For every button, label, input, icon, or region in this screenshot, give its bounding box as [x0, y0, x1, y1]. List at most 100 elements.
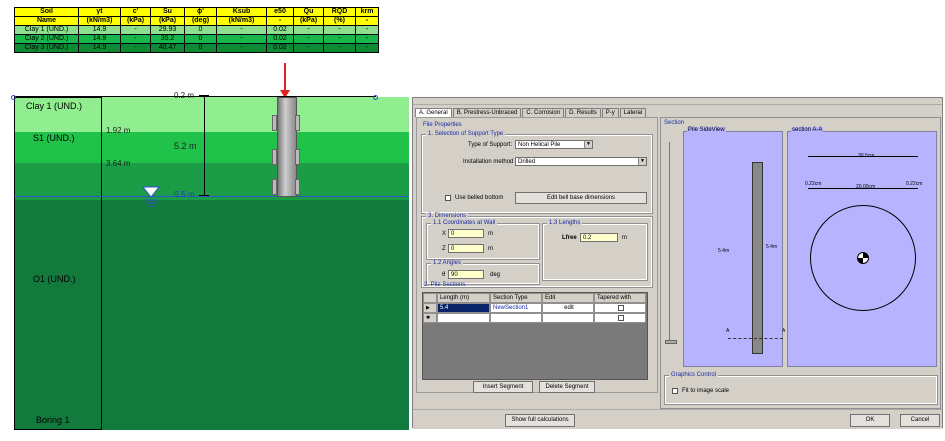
tab-lateral[interactable]: Lateral	[619, 108, 647, 117]
section-title: Section	[664, 120, 685, 126]
length-cell[interactable]	[437, 313, 490, 323]
x-unit: m	[488, 231, 493, 237]
edit-cell[interactable]: edit	[542, 303, 594, 313]
boring-label: Boring 1	[36, 415, 70, 425]
cancel-button[interactable]: Cancel	[900, 414, 940, 427]
unit-cell: (kPa)	[293, 16, 324, 26]
installation-method-select[interactable]: Drilled ▼	[515, 157, 647, 166]
z-label: Z	[442, 246, 446, 252]
group-title: 3. Dimensions	[426, 213, 469, 219]
unit-cell: -	[355, 16, 379, 26]
table-cell: -	[293, 43, 324, 53]
table-cell: -	[323, 43, 356, 53]
table-cell: Clay 2 (UND.)	[14, 34, 79, 44]
table-cell: -	[216, 34, 267, 44]
tab-results[interactable]: D. Results	[565, 108, 601, 117]
edit-cell[interactable]	[542, 313, 594, 323]
unit-cell: (deg)	[184, 16, 217, 26]
pile-sections-title: 2. Pile Sections	[424, 282, 466, 288]
row-pointer-icon: ▶	[423, 303, 437, 313]
length-label: 5.4m	[718, 248, 730, 254]
unit-cell: (kPa)	[150, 16, 185, 26]
select-value: Drilled	[518, 159, 536, 165]
lfree-input[interactable]: 0.2	[580, 233, 618, 242]
depth-label: 1.92 m	[106, 126, 131, 135]
x-label: X	[442, 231, 447, 237]
table-cell: 0	[184, 34, 217, 44]
grid-header: Edit	[542, 293, 594, 303]
show-calculations-button[interactable]: Show full calculations	[505, 414, 575, 427]
table-cell: -	[355, 34, 379, 44]
dimension-line	[808, 156, 918, 157]
header-cell: RQD	[323, 7, 356, 17]
table-cell: 40.47	[150, 43, 185, 53]
tapered-cell[interactable]	[594, 313, 646, 323]
edit-bell-button[interactable]: Edit bell base dimensions	[515, 192, 647, 204]
tapered-cell[interactable]	[594, 303, 646, 313]
pile-fin	[272, 149, 277, 165]
fit-scale-checkbox[interactable]	[672, 388, 678, 394]
scale-slider[interactable]	[669, 142, 675, 342]
header-cell: e50	[266, 7, 294, 17]
coordinates-group: 1.1 Coordinates at Wall X 0 m Z 0 m	[426, 220, 540, 260]
tab-general[interactable]: A. General	[415, 108, 452, 117]
table-cell: 35.2	[150, 34, 185, 44]
table-row[interactable]: ▶ 5.4 NewSection1 edit	[423, 303, 646, 313]
delete-segment-button[interactable]: Delete Segment	[539, 381, 595, 393]
header-cell: Qu	[293, 7, 324, 17]
tab-py[interactable]: P-y	[601, 108, 619, 117]
ok-button[interactable]: OK	[850, 414, 890, 427]
pile-drawing	[752, 162, 763, 354]
soil-table-header-row: Soil γt c' Su ɸ' Ksub e50 Qu RQD krm	[14, 7, 379, 17]
installation-method-label: Installation method	[463, 159, 514, 165]
section-type-cell[interactable]	[490, 313, 542, 323]
belled-bottom-checkbox[interactable]	[445, 195, 451, 201]
insert-segment-button[interactable]: Insert Segment	[473, 381, 533, 393]
grid-header: Tapered with	[594, 293, 646, 303]
section-type-cell[interactable]: NewSection1	[490, 303, 542, 313]
centroid-icon	[857, 252, 869, 264]
dimension-line	[808, 188, 918, 189]
header-cell: ɸ'	[184, 7, 217, 17]
chevron-down-icon: ▼	[638, 158, 646, 165]
slider-handle[interactable]	[665, 340, 677, 344]
table-cell: -	[323, 34, 356, 44]
unit-cell: (kPa)	[120, 16, 151, 26]
z-input[interactable]: 0	[448, 244, 484, 253]
lfree-label: Lfree	[562, 235, 577, 241]
angle-input[interactable]: 90	[448, 270, 484, 279]
table-cell: -	[293, 34, 324, 44]
type-of-support-select[interactable]: Non Helical Pile ▼	[515, 140, 593, 149]
pile-top-label: 0.2 m	[174, 91, 195, 100]
table-cell: -	[293, 25, 324, 35]
x-input[interactable]: 0	[448, 229, 484, 238]
table-row[interactable]: ✱	[423, 313, 646, 323]
section-panel: Section Pile SideView 5.4m 5.4m A A sect…	[660, 117, 941, 409]
tab-corrosion[interactable]: C. Corrosion	[522, 108, 565, 117]
pile-fin	[272, 115, 277, 131]
pile-dialog: A. General B. Prestress-Unbraced C. Corr…	[412, 97, 943, 429]
table-cell: -	[216, 25, 267, 35]
lfree-unit: m	[622, 235, 627, 241]
tab-prestress[interactable]: B. Prestress-Unbraced	[452, 108, 522, 117]
graphics-control-group: Graphics Control Fit to image scale	[664, 372, 938, 405]
table-cell: 14.9	[78, 43, 121, 53]
table-cell: Clay 3 (UND.)	[14, 43, 79, 53]
length-cell[interactable]: 5.4	[437, 303, 490, 313]
fit-scale-label: Fit to image scale	[682, 388, 730, 394]
general-panel: File Properties 1. Selection of Support …	[416, 117, 658, 393]
dimension-label: 0.22cm	[906, 181, 923, 187]
water-table-icon	[142, 186, 160, 207]
belled-bottom-label: Use belled bottom	[455, 195, 504, 201]
soil-table-units-row: Name (kN/m3) (kPa) (kPa) (deg) (kN/m3) -…	[14, 16, 379, 26]
tapered-checkbox[interactable]	[618, 315, 624, 321]
new-row-icon: ✱	[423, 313, 437, 323]
dialog-button-bar: Show full calculations OK Cancel	[413, 409, 942, 429]
section-cut-line	[728, 338, 783, 339]
pile-fin	[295, 149, 300, 165]
support-type-group: 1. Selection of Support Type Type of Sup…	[421, 131, 653, 214]
soil-profile: Clay 1 (UND.) S1 (UND.) O1 (UND.) Boring…	[11, 91, 409, 430]
tapered-checkbox[interactable]	[618, 305, 624, 311]
group-title: 1. Selection of Support Type	[426, 131, 506, 137]
dimension-tick	[199, 95, 209, 96]
